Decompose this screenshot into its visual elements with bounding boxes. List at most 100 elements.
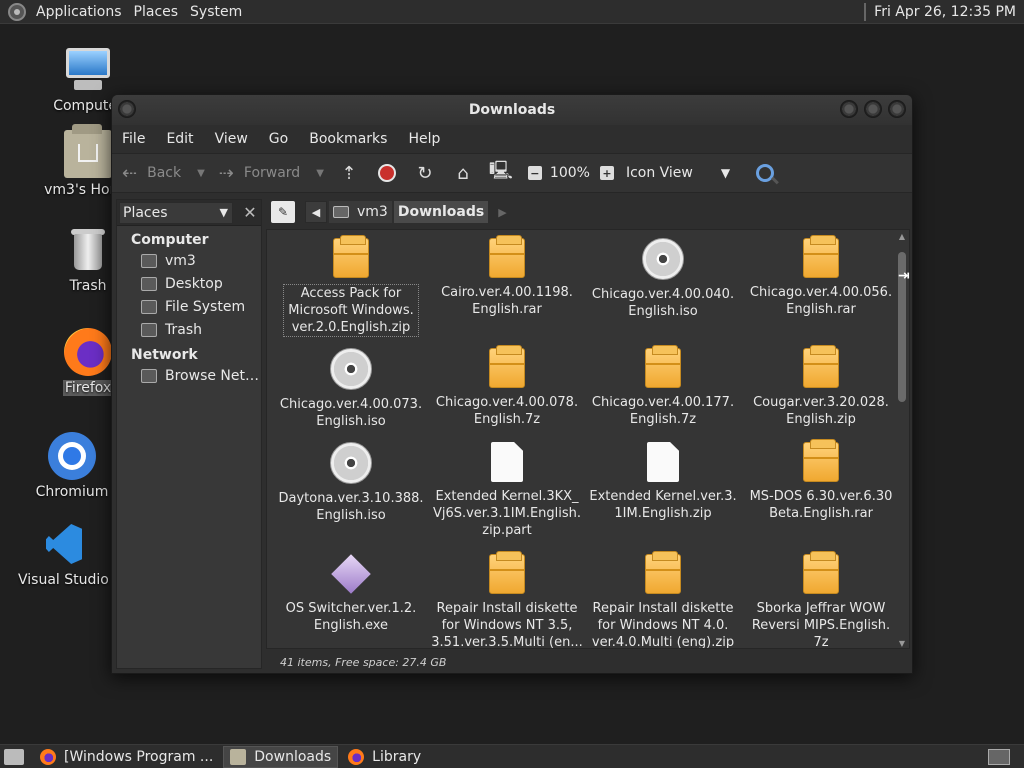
close-icon[interactable] (888, 100, 906, 118)
folder-icon (230, 748, 247, 765)
file-name: Chicago.ver.4.00.056. English.rar (749, 285, 893, 317)
file-item[interactable]: Chicago.ver.4.00.073. English.iso (273, 348, 429, 430)
file-item[interactable]: Repair Install diskette for Windows NT 3… (429, 551, 585, 648)
chevron-down-icon: ▼ (720, 166, 731, 180)
file-item[interactable]: Daytona.ver.3.10.388. English.iso (273, 442, 429, 524)
home-folder-icon (333, 206, 349, 218)
file-name: Cougar.ver.3.20.028. English.zip (753, 395, 889, 427)
menu-edit[interactable]: Edit (160, 131, 199, 147)
status-text: 41 items, Free space: 27.4 GB (280, 655, 447, 669)
menu-bookmarks[interactable]: Bookmarks (303, 131, 393, 147)
path-scroll-left-icon[interactable]: ◀ (305, 201, 327, 223)
path-bar: ✎ ◀ vm3 Downloads ▶ (268, 199, 908, 225)
home-icon[interactable]: ⌂ (452, 162, 474, 184)
forward-arrow-icon: ⇢ (218, 162, 234, 184)
task-windows-program[interactable]: [Windows Program ... (34, 746, 219, 768)
scroll-up-icon[interactable]: ▲ (897, 232, 907, 241)
file-item[interactable]: MS-DOS 6.30.ver.6.30 Beta.English.rar (743, 439, 899, 522)
vertical-scrollbar[interactable]: ▲ ▼ (897, 232, 907, 648)
up-icon[interactable]: ⇡ (338, 162, 360, 184)
path-scroll-right-icon[interactable]: ▶ (498, 206, 506, 219)
archive-icon (645, 551, 681, 594)
file-item[interactable]: Chicago.ver.4.00.056. English.rar (743, 235, 899, 318)
file-item[interactable]: Extended Kernel.ver.3. 1IM.English.zip (585, 442, 741, 522)
reload-icon[interactable]: ↻ (414, 162, 436, 184)
menu-system[interactable]: System (184, 0, 248, 24)
file-name: Extended Kernel.ver.3. 1IM.English.zip (589, 489, 737, 521)
computer-icon[interactable]: 🖳 (489, 160, 513, 184)
applications-logo-icon[interactable] (8, 2, 26, 21)
sidebar-item-trash[interactable]: Trash (117, 318, 261, 341)
status-bar: 41 items, Free space: 27.4 GB (266, 651, 910, 673)
task-downloads[interactable]: Downloads (223, 745, 339, 768)
file-item[interactable]: Cougar.ver.3.20.028. English.zip (743, 345, 899, 428)
file-item[interactable]: Sborka Jeffrar WOW Reversi MIPS.English.… (743, 551, 899, 648)
file-item[interactable]: Extended Kernel.3KX_ Vj6S.ver.3.1IM.Engl… (429, 442, 585, 539)
search-icon[interactable] (756, 164, 775, 182)
minimize-icon[interactable] (840, 100, 858, 118)
task-library[interactable]: Library (342, 746, 427, 768)
desktop-icon-vscode[interactable]: Visual Studio Code (18, 520, 110, 588)
menu-places[interactable]: Places (128, 0, 185, 24)
archive-icon (333, 235, 369, 278)
sidebar-pane-value: Places (123, 204, 168, 221)
file-name: Repair Install diskette for Windows NT 4… (591, 601, 735, 649)
desktop-icon-label: Chromium (35, 484, 109, 500)
file-name: Cairo.ver.4.00.1198. English.rar (441, 285, 573, 317)
sidebar-pane-select[interactable]: Places ▼ (119, 201, 233, 224)
task-label: Library (372, 748, 422, 765)
stop-icon[interactable] (376, 162, 398, 184)
resize-cursor-icon: ⇥ (898, 268, 910, 284)
file-name: Chicago.ver.4.00.078. English.7z (435, 395, 579, 427)
menu-file[interactable]: File (116, 131, 151, 147)
file-item[interactable]: Repair Install diskette for Windows NT 4… (585, 551, 741, 649)
file-icon-view[interactable]: Access Pack for Microsoft Windows. ver.2… (266, 229, 910, 649)
breadcrumb-downloads[interactable]: Downloads (393, 201, 489, 223)
edit-location-icon[interactable]: ✎ (271, 201, 295, 223)
back-label: Back (147, 165, 182, 181)
sidebar-item-label: Trash (165, 321, 202, 338)
file-item[interactable]: Chicago.ver.4.00.040. English.iso (585, 238, 741, 320)
forward-history-dropdown-icon[interactable]: ▼ (316, 168, 324, 179)
window-title: Downloads (468, 102, 556, 118)
menu-go[interactable]: Go (263, 131, 294, 147)
sidebar-item-label: File System (165, 298, 246, 315)
sidebar-item-vm3[interactable]: vm3 (117, 249, 261, 272)
archive-icon (803, 345, 839, 388)
show-desktop-icon[interactable] (4, 748, 24, 765)
back-history-dropdown-icon[interactable]: ▼ (197, 168, 205, 179)
scroll-down-icon[interactable]: ▼ (897, 639, 907, 648)
file-item[interactable]: Access Pack for Microsoft Windows. ver.2… (273, 235, 429, 337)
file-item[interactable]: Chicago.ver.4.00.078. English.7z (429, 345, 585, 428)
file-item[interactable]: Chicago.ver.4.00.177. English.7z (585, 345, 741, 428)
file-item[interactable]: OS Switcher.ver.1.2. English.exe (273, 554, 429, 634)
maximize-icon[interactable] (864, 100, 882, 118)
clock[interactable]: Fri Apr 26, 12:35 PM (874, 4, 1016, 20)
file-name: Daytona.ver.3.10.388. English.iso (278, 491, 424, 523)
sidebar-item-browse-network[interactable]: Browse Net… (117, 364, 261, 387)
sidebar-item-desktop[interactable]: Desktop (117, 272, 261, 295)
workspace-switcher-icon[interactable] (988, 748, 1010, 765)
forward-button[interactable]: ⇢ Forward ▼ (219, 163, 324, 184)
menu-help[interactable]: Help (402, 131, 446, 147)
computer-icon (64, 46, 112, 94)
sidebar-item-file-system[interactable]: File System (117, 295, 261, 318)
window-titlebar[interactable]: Downloads (112, 95, 912, 125)
menu-applications[interactable]: Applications (30, 0, 128, 24)
view-mode-select[interactable]: Icon View ▼ (626, 165, 730, 181)
close-sidebar-icon[interactable]: ✕ (239, 203, 261, 222)
file-manager-window: Downloads File Edit View Go Bookmarks He… (111, 94, 913, 674)
file-name: Chicago.ver.4.00.040. English.iso (591, 287, 735, 319)
zoom-in-icon[interactable]: + (599, 166, 614, 180)
file-item[interactable]: Cairo.ver.4.00.1198. English.rar (429, 235, 585, 318)
window-menu-icon[interactable] (118, 100, 136, 118)
breadcrumb-vm3[interactable]: vm3 (329, 201, 392, 223)
sidebar-header: Places ▼ ✕ (117, 200, 261, 226)
zoom-out-icon[interactable]: − (527, 166, 542, 180)
breadcrumb-label: vm3 (357, 204, 388, 220)
archive-icon (489, 235, 525, 278)
back-button[interactable]: ⇠ Back ▼ (122, 163, 205, 184)
trash-icon (64, 226, 112, 274)
menu-view[interactable]: View (209, 131, 254, 147)
desktop-icon-chromium[interactable]: Chromium (22, 432, 122, 500)
